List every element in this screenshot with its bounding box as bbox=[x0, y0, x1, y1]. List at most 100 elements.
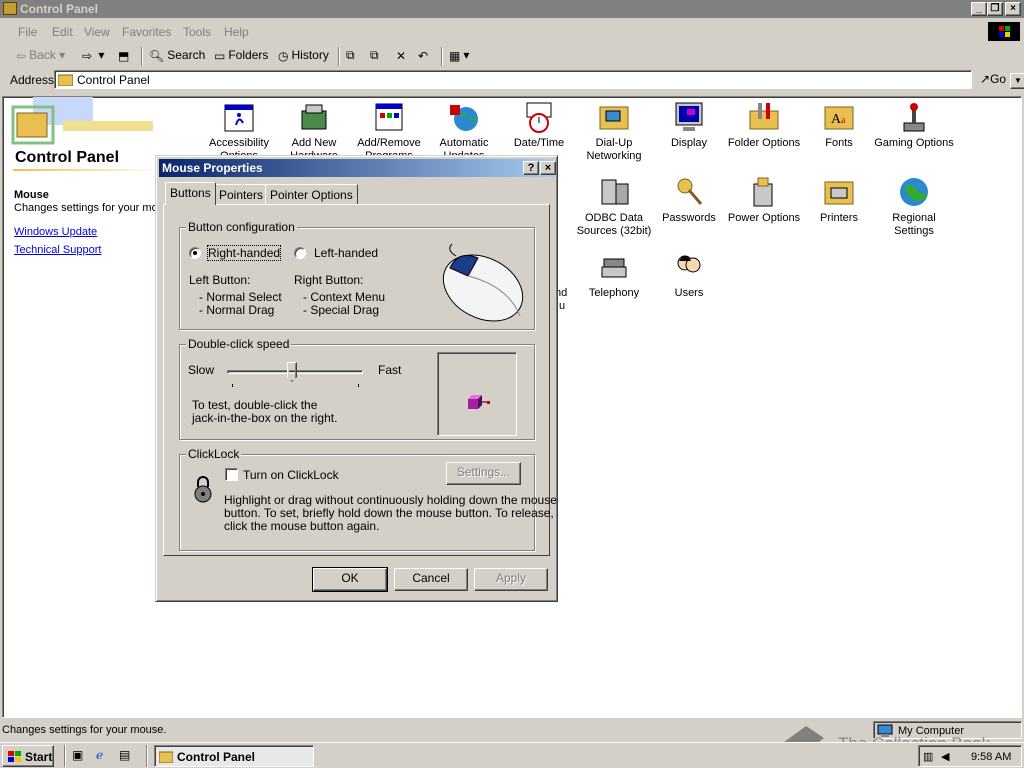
mouse-properties-dialog: Mouse Properties ? × Buttons Pointers Po… bbox=[155, 155, 558, 602]
history-button[interactable]: ◷ History bbox=[278, 48, 329, 66]
back-arrow-icon: ⇦ bbox=[16, 48, 27, 63]
clicklock-settings-button[interactable]: Settings... bbox=[446, 462, 521, 485]
mouse-illustration-icon bbox=[442, 243, 524, 322]
dialog-close-button[interactable]: × bbox=[540, 161, 556, 175]
power-options-icon bbox=[748, 176, 780, 208]
fonts-icon: Aa bbox=[823, 101, 855, 133]
help-button[interactable]: ? bbox=[523, 161, 539, 175]
accessibility-icon bbox=[223, 101, 255, 133]
clicklock-description: button. To set, briefly hold down the mo… bbox=[224, 506, 554, 520]
search-button[interactable]: 🔍︎ Search bbox=[149, 48, 205, 66]
taskbar-separator bbox=[64, 745, 66, 767]
slider-tick bbox=[232, 384, 233, 387]
passwords-icon bbox=[673, 176, 705, 208]
tab-pointer-options[interactable]: Pointer Options bbox=[265, 184, 358, 205]
menu-bar: File Edit View Favorites Tools Help bbox=[0, 20, 1024, 42]
cp-item-date-time[interactable]: Date/Time bbox=[499, 101, 579, 150]
clicklock-checkbox[interactable] bbox=[225, 468, 238, 481]
left-handed-radio[interactable] bbox=[294, 247, 306, 259]
copy-to-button[interactable]: ⧉ bbox=[370, 48, 382, 66]
back-button[interactable]: ⇦ Back ▾ bbox=[16, 48, 65, 66]
forward-button[interactable]: ⇨ ▾ bbox=[82, 48, 104, 66]
control-panel-banner bbox=[11, 97, 153, 145]
clicklock-group: ClickLock Turn on ClickLock Settings... … bbox=[179, 447, 557, 551]
tab-pointers[interactable]: Pointers bbox=[214, 184, 269, 205]
obscured-icon-label: u bbox=[559, 300, 566, 312]
left-handed-label[interactable]: Left-handed bbox=[314, 246, 378, 260]
slider-tick bbox=[358, 384, 359, 387]
cp-item-passwords[interactable]: Passwords bbox=[649, 176, 729, 225]
cp-item-fonts[interactable]: Aa Fonts bbox=[799, 101, 879, 150]
right-button-item: - Special Drag bbox=[303, 303, 380, 317]
scheduler-icon[interactable]: ▥ bbox=[923, 750, 933, 763]
automatic-updates-icon bbox=[448, 101, 480, 133]
cp-item-gaming-options[interactable]: Gaming Options bbox=[874, 101, 954, 150]
cp-item-odbc-data-sources[interactable]: ODBC Data Sources (32bit) bbox=[574, 176, 654, 238]
clicklock-checkbox-label[interactable]: Turn on ClickLock bbox=[243, 468, 339, 482]
buttons-tab-panel: Button configuration Right-handed Left-h… bbox=[163, 204, 557, 556]
left-button-item: - Normal Drag bbox=[199, 303, 275, 317]
cp-item-folder-options[interactable]: Folder Options bbox=[724, 101, 804, 150]
menu-edit[interactable]: Edit bbox=[52, 25, 73, 39]
ok-button[interactable]: OK bbox=[312, 567, 388, 592]
right-handed-label[interactable]: Right-handed bbox=[206, 245, 282, 261]
menu-favorites[interactable]: Favorites bbox=[122, 25, 171, 39]
technical-support-link[interactable]: Technical Support bbox=[14, 244, 101, 256]
double-click-slider-thumb[interactable] bbox=[287, 362, 297, 382]
cp-item-power-options[interactable]: Power Options bbox=[724, 176, 804, 225]
taskbar-control-panel-button[interactable]: Control Panel bbox=[154, 745, 314, 767]
taskbar-separator bbox=[146, 745, 148, 767]
windows-update-link[interactable]: Windows Update bbox=[14, 226, 97, 238]
cp-item-regional-settings[interactable]: Regional Settings bbox=[874, 176, 954, 238]
cp-item-printers[interactable]: Printers bbox=[799, 176, 879, 225]
menu-tools[interactable]: Tools bbox=[183, 25, 211, 39]
internet-explorer-icon[interactable]: ℯ bbox=[96, 748, 103, 762]
channels-icon[interactable]: ▤ bbox=[119, 748, 130, 762]
cp-item-users[interactable]: Users bbox=[649, 251, 729, 300]
jack-in-the-box-test-area[interactable] bbox=[437, 352, 517, 436]
start-button[interactable]: Start bbox=[2, 745, 54, 767]
cp-item-dial-up-networking[interactable]: Dial-Up Networking bbox=[574, 101, 654, 163]
clock[interactable]: 9:58 AM bbox=[971, 751, 1011, 763]
cp-item-add-remove-programs[interactable]: Add/Remove Programs bbox=[349, 101, 429, 163]
cp-item-automatic-updates[interactable]: Automatic Updates bbox=[424, 101, 504, 163]
window-titlebar[interactable]: Control Panel _ ❐ × bbox=[0, 0, 1024, 18]
minimize-button[interactable]: _ bbox=[971, 2, 987, 16]
menu-file[interactable]: File bbox=[18, 25, 37, 39]
apply-button[interactable]: Apply bbox=[474, 568, 548, 591]
close-button[interactable]: × bbox=[1005, 2, 1021, 16]
dialog-titlebar[interactable]: Mouse Properties ? × bbox=[159, 159, 556, 177]
windows-logo-icon bbox=[988, 22, 1020, 41]
cancel-button[interactable]: Cancel bbox=[394, 568, 468, 591]
control-panel-icon bbox=[159, 751, 173, 763]
address-input[interactable]: Control Panel ▼ bbox=[54, 70, 1024, 89]
menu-help[interactable]: Help bbox=[224, 25, 249, 39]
up-folder-button[interactable]: ⬒ bbox=[118, 48, 132, 66]
double-click-speed-group: Double-click speed Slow Fast To test, do… bbox=[179, 337, 535, 440]
undo-button[interactable]: ↶ bbox=[418, 48, 431, 66]
odbc-icon bbox=[598, 176, 630, 208]
button-configuration-label: Button configuration bbox=[186, 220, 297, 234]
delete-button[interactable]: ✕ bbox=[396, 48, 409, 66]
windows-flag-icon bbox=[8, 751, 21, 762]
dialog-title: Mouse Properties bbox=[162, 161, 263, 175]
address-label: Address bbox=[10, 73, 55, 87]
right-handed-radio[interactable] bbox=[189, 247, 201, 259]
history-icon: ◷ bbox=[278, 48, 289, 63]
cp-item-telephony[interactable]: Telephony bbox=[574, 251, 654, 300]
volume-icon[interactable]: ◀︎ bbox=[941, 750, 949, 763]
cp-item-add-new-hardware[interactable]: Add New Hardware bbox=[274, 101, 354, 163]
folders-button[interactable]: ▭ Folders bbox=[214, 48, 268, 66]
cp-item-accessibility-options[interactable]: Accessibility Options bbox=[199, 101, 279, 163]
views-button[interactable]: ▦ ▾ bbox=[449, 48, 469, 66]
tab-buttons[interactable]: Buttons bbox=[165, 182, 216, 205]
address-dropdown-button[interactable]: ▼ bbox=[1010, 73, 1024, 89]
control-panel-folder-icon bbox=[58, 74, 73, 86]
restore-button[interactable]: ❐ bbox=[987, 2, 1003, 16]
move-to-button[interactable]: ⧉ bbox=[346, 48, 358, 66]
menu-view[interactable]: View bbox=[84, 25, 110, 39]
show-desktop-icon[interactable]: ▣ bbox=[72, 748, 83, 762]
go-button[interactable]: ↗Go bbox=[980, 72, 1006, 86]
cp-item-display[interactable]: Display bbox=[649, 101, 729, 150]
delete-x-icon: ✕ bbox=[396, 48, 407, 63]
